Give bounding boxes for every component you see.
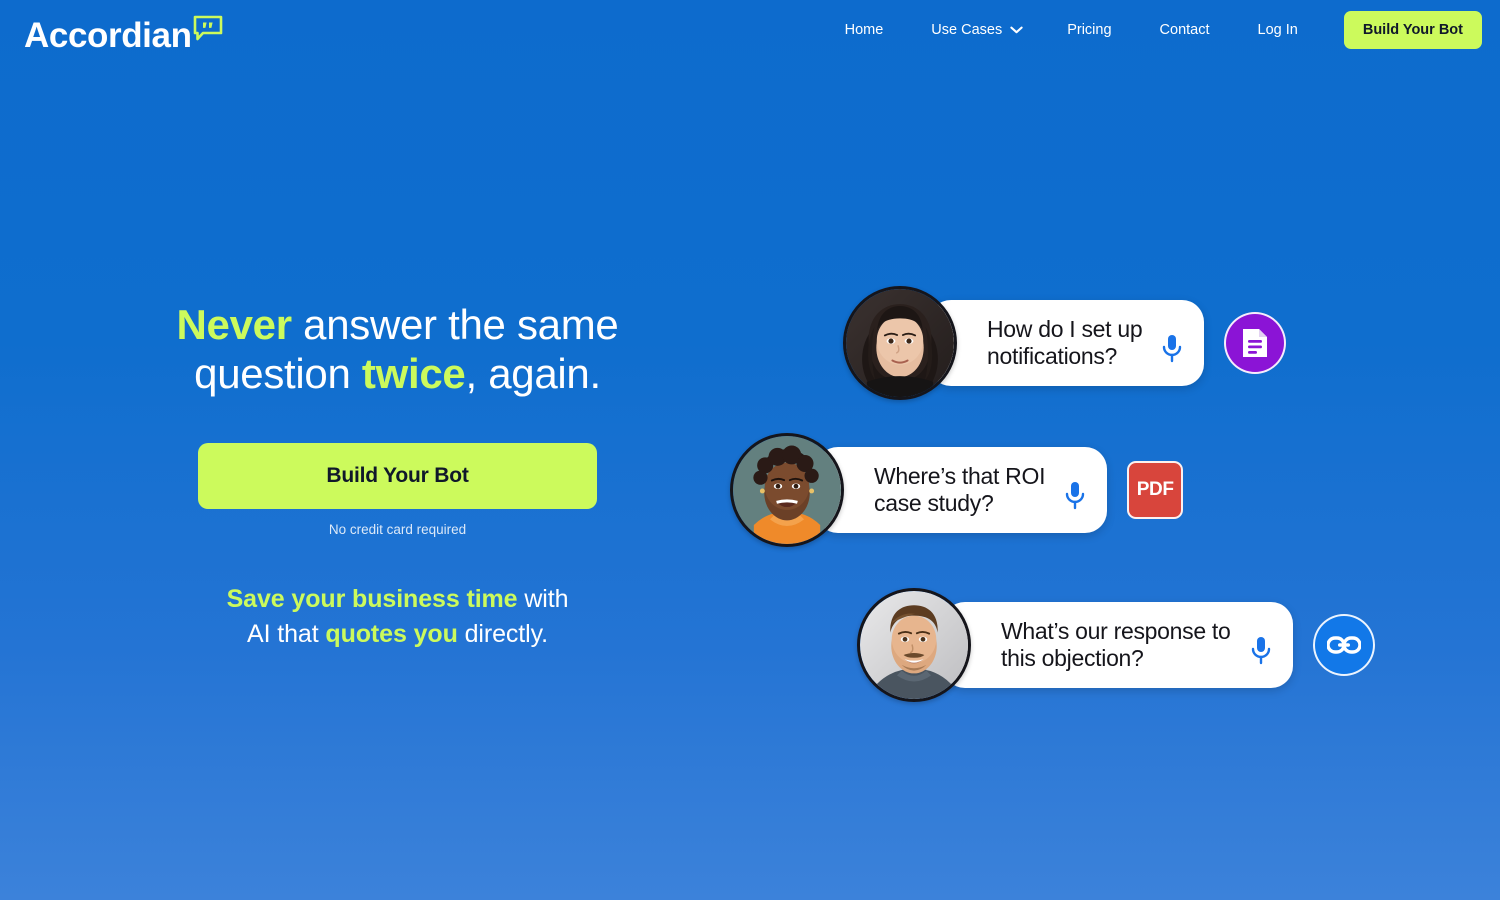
brand-logo[interactable]: Accordian <box>24 8 223 53</box>
chat-message: Where’s that ROI case study? <box>874 462 1046 516</box>
header-build-your-bot-button[interactable]: Build Your Bot <box>1343 11 1482 49</box>
nav-item-label: Home <box>844 22 884 38</box>
document-icon <box>1224 312 1287 374</box>
chat-example-row: Where’s that ROI case study? PDF <box>730 433 1184 547</box>
chat-bubble: Where’s that ROI case study? <box>816 447 1108 533</box>
page-headline: Never answer the same question twice, ag… <box>0 300 795 398</box>
subhead-line1-rest: with <box>517 585 569 614</box>
nav-item-pricing[interactable]: Pricing <box>1067 14 1111 46</box>
nav-item-contact[interactable]: Contact <box>1160 14 1210 46</box>
headline-highlight-never: Never <box>176 301 293 348</box>
avatar <box>843 286 957 400</box>
microphone-icon[interactable] <box>1063 479 1087 516</box>
chat-bubble: What’s our response to this objection? <box>943 602 1293 688</box>
nav-item-label: Use Cases <box>931 22 1003 38</box>
speech-bubble-quote-icon <box>193 15 223 46</box>
subhead-line2-pre: AI that <box>247 619 326 648</box>
nav-item-log-in[interactable]: Log In <box>1258 14 1298 46</box>
site-header: Accordian Home Use Cases Pricing Contact… <box>0 0 1500 60</box>
hero-build-your-bot-button[interactable]: Build Your Bot <box>198 443 597 510</box>
microphone-icon[interactable] <box>1160 332 1184 369</box>
subhead-highlight-save-time: Save your business time <box>226 585 518 614</box>
avatar <box>857 588 971 702</box>
subhead-highlight-quotes-you: quotes you <box>325 619 458 648</box>
pdf-file-icon: PDF <box>1127 461 1184 519</box>
chat-message: What’s our response to this objection? <box>1001 617 1231 671</box>
link-chain-icon <box>1312 614 1375 676</box>
hero-subheadline: Save your business time with AI that quo… <box>0 582 795 651</box>
no-credit-card-note: No credit card required <box>328 522 467 538</box>
headline-highlight-twice: twice <box>361 350 466 398</box>
chat-example-row: How do I set up notifications? <box>843 286 1287 400</box>
attachment-badge[interactable] <box>1312 614 1375 676</box>
nav-item-label: Pricing <box>1067 22 1112 38</box>
nav-item-use-cases[interactable]: Use Cases <box>931 14 1023 46</box>
chat-example-row: What’s our response to this objection? <box>857 588 1375 702</box>
hero-copy-section: Never answer the same question twice, ag… <box>0 300 795 651</box>
nav-item-home[interactable]: Home <box>845 14 884 46</box>
main-navigation: Home Use Cases Pricing Contact Log In Bu… <box>821 11 1482 49</box>
chat-bubble: How do I set up notifications? <box>929 300 1205 386</box>
hero-cta-group: Build Your Bot No credit card required <box>0 443 795 537</box>
microphone-icon[interactable] <box>1249 634 1273 671</box>
attachment-badge[interactable]: PDF <box>1127 461 1184 519</box>
headline-line2-post: , again. <box>465 350 601 398</box>
subhead-line2-post: directly. <box>457 619 548 648</box>
brand-name: Accordian <box>24 15 192 55</box>
attachment-badge[interactable] <box>1224 312 1287 374</box>
headline-line2-pre: question <box>194 350 362 398</box>
headline-line1-rest: answer the same <box>291 301 619 348</box>
nav-item-label: Log In <box>1257 22 1298 38</box>
avatar <box>730 433 844 547</box>
chat-message: How do I set up notifications? <box>987 315 1143 369</box>
nav-item-label: Contact <box>1159 22 1210 38</box>
chevron-down-icon <box>1010 26 1023 34</box>
